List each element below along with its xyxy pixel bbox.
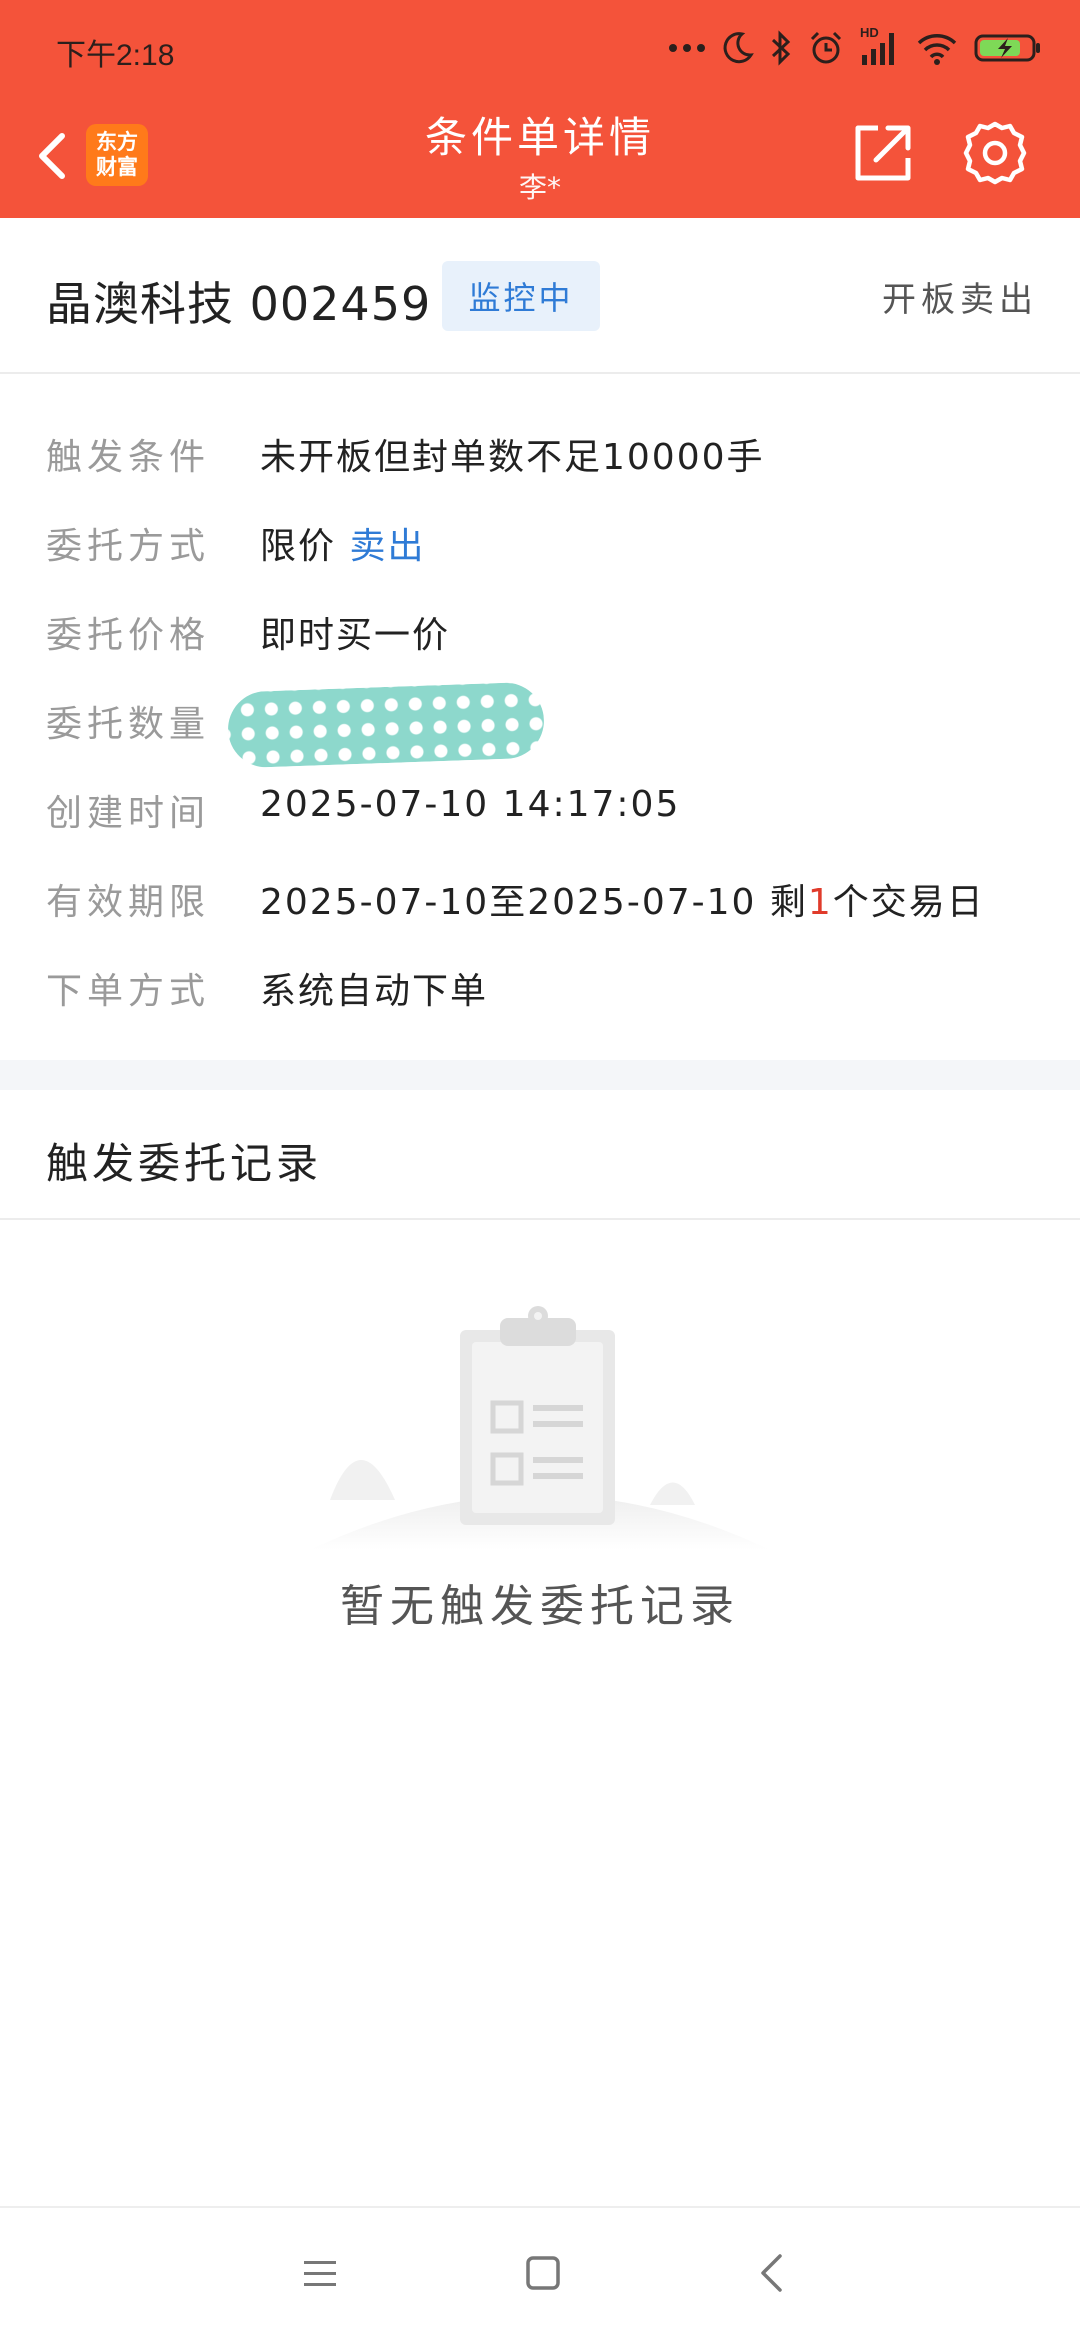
- empty-clipboard-icon: [310, 1306, 770, 1550]
- validity-label: 有效期限: [46, 882, 211, 923]
- method-side: 卖出: [349, 526, 426, 567]
- validity-days: 1: [807, 882, 833, 923]
- alarm-icon: [810, 31, 842, 64]
- app-header: 下午2:18 HD 东方 财富 条件单详情 李*: [0, 0, 1080, 218]
- page-title: 条件单详情: [424, 113, 655, 162]
- gear-icon[interactable]: [962, 120, 1028, 186]
- detail-row-method: 委托方式 限价 卖出: [0, 517, 1080, 577]
- system-nav-bar: [0, 2206, 1080, 2340]
- method-value-wrap: 限价 卖出: [260, 517, 425, 569]
- detail-row-price: 委托价格 即时买一价: [0, 606, 1080, 666]
- title-bar: 东方 财富 条件单详情 李*: [0, 96, 1080, 218]
- battery-charging-icon: [974, 34, 1040, 62]
- moon-icon: [723, 32, 754, 64]
- validity-suffix: 个交易日: [832, 882, 985, 923]
- stock-name-code: 晶澳科技 002459: [46, 277, 432, 331]
- wifi-icon: [917, 34, 957, 65]
- status-bar: 下午2:18 HD: [0, 0, 1080, 96]
- placement-label: 下单方式: [46, 971, 211, 1012]
- trigger-label: 触发条件: [46, 437, 211, 478]
- records-title: 触发委托记录: [46, 1139, 323, 1188]
- status-badge: 监控中: [442, 261, 600, 331]
- bluetooth-icon: [771, 30, 791, 66]
- created-label: 创建时间: [46, 793, 211, 834]
- back-icon[interactable]: [32, 128, 72, 184]
- signal-icon: HD: [860, 25, 900, 67]
- detail-row-created: 创建时间 2025-07-10 14:17:05: [0, 784, 1080, 844]
- home-square-icon[interactable]: [526, 2256, 560, 2290]
- validity-value: 2025-07-10至2025-07-10 剩: [260, 882, 808, 923]
- created-value: 2025-07-10 14:17:05: [260, 784, 681, 825]
- section-divider: [0, 1060, 1080, 1090]
- order-type: 开板卖出: [882, 280, 1038, 320]
- validity-value-wrap: 2025-07-10至2025-07-10 剩1个交易日: [260, 873, 985, 925]
- title-block: 条件单详情 李*: [340, 110, 740, 206]
- more-dots-icon: [669, 44, 705, 52]
- share-icon[interactable]: [852, 122, 914, 184]
- method-value: 限价: [260, 526, 337, 567]
- status-time: 下午2:18: [56, 39, 175, 72]
- menu-icon[interactable]: [302, 2258, 338, 2290]
- placement-value: 系统自动下单: [260, 971, 489, 1012]
- brand-logo-line1: 东方: [96, 130, 138, 154]
- empty-message: 暂无触发委托记录: [340, 1581, 740, 1632]
- back-arrow-icon[interactable]: [756, 2252, 786, 2294]
- account-name: 李*: [518, 171, 561, 204]
- empty-state: 暂无触发委托记录: [0, 1220, 1080, 1640]
- detail-row-validity: 有效期限 2025-07-10至2025-07-10 剩1个交易日: [0, 873, 1080, 933]
- detail-row-quantity: 委托数量: [0, 681, 1080, 769]
- quantity-redaction: [226, 681, 546, 769]
- status-icons: HD: [668, 25, 1042, 70]
- brand-logo-line2: 财富: [96, 155, 138, 179]
- records-header: 触发委托记录: [0, 1090, 1080, 1220]
- brand-logo[interactable]: 东方 财富: [86, 124, 148, 186]
- quantity-label: 委托数量: [46, 704, 211, 745]
- price-value: 即时买一价: [260, 615, 451, 656]
- condition-details: 触发条件 未开板但封单数不足10000手 委托方式 限价 卖出 委托价格 即时买…: [0, 374, 1080, 1060]
- detail-row-trigger: 触发条件 未开板但封单数不足10000手: [0, 428, 1080, 488]
- trigger-value: 未开板但封单数不足10000手: [260, 437, 765, 478]
- method-label: 委托方式: [46, 526, 211, 567]
- detail-row-placement: 下单方式 系统自动下单: [0, 962, 1080, 1022]
- stock-summary: 晶澳科技 002459 监控中 开板卖出: [0, 218, 1080, 374]
- price-label: 委托价格: [46, 615, 211, 656]
